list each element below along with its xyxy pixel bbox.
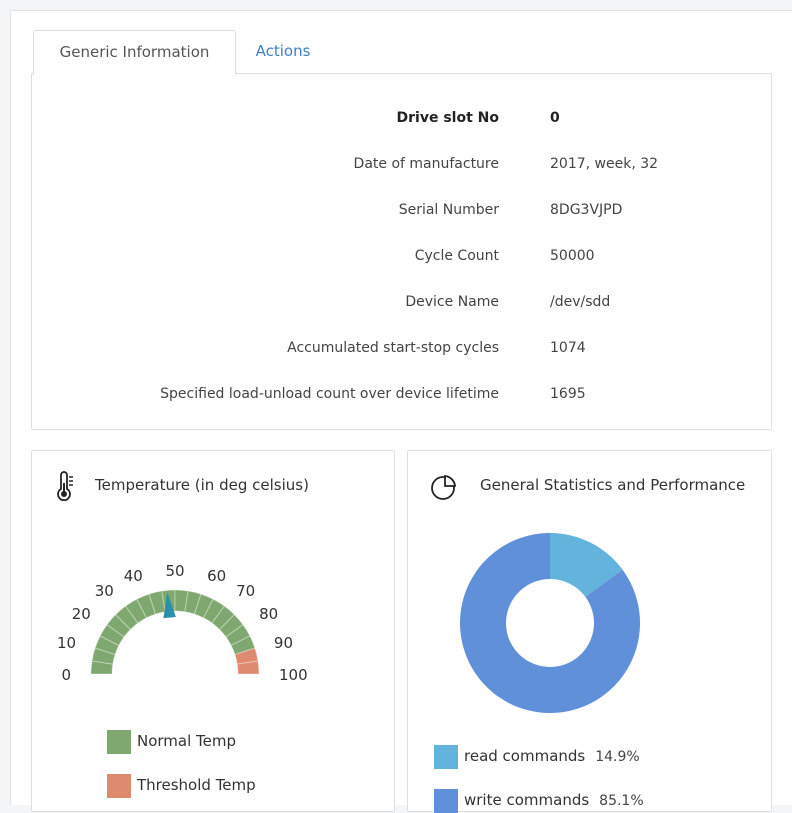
info-row-load-unload-count: Specified load-unload count over device … bbox=[32, 386, 771, 406]
thermometer-icon bbox=[54, 471, 76, 505]
legend-label: read commands 14.9% bbox=[464, 747, 640, 765]
info-row-date-of-manufacture: Date of manufacture 2017, week, 32 bbox=[32, 156, 771, 176]
gauge-tick-label: 60 bbox=[207, 567, 226, 585]
legend-swatch bbox=[434, 789, 458, 813]
info-value: 2017, week, 32 bbox=[550, 156, 659, 172]
gauge-tick-label: 30 bbox=[95, 582, 114, 600]
statistics-donut-chart bbox=[460, 533, 640, 713]
general-statistics-card: General Statistics and Performance read … bbox=[407, 450, 772, 813]
legend-name: read commands bbox=[464, 747, 586, 765]
info-label: Accumulated start-stop cycles bbox=[287, 340, 499, 356]
legend-swatch bbox=[107, 730, 131, 754]
temperature-card: Temperature (in deg celsius) 0 10 20 30 40 50… bbox=[31, 450, 395, 812]
legend-swatch bbox=[107, 774, 131, 798]
info-value: /dev/sdd bbox=[550, 294, 611, 310]
gauge-tick-label: 50 bbox=[165, 562, 184, 580]
gauge-tick-label: 20 bbox=[72, 605, 91, 623]
info-label: Drive slot No bbox=[396, 110, 499, 126]
gauge-tick-label: 10 bbox=[57, 634, 76, 652]
pie-chart-icon bbox=[430, 473, 458, 505]
gauge-tick-label: 70 bbox=[236, 582, 255, 600]
info-row-serial-number: Serial Number 8DG3VJPD bbox=[32, 202, 771, 222]
legend-swatch bbox=[434, 745, 458, 769]
info-value: 8DG3VJPD bbox=[550, 202, 623, 218]
legend-percent: 14.9% bbox=[595, 749, 640, 765]
tab-actions[interactable]: Actions bbox=[241, 30, 325, 73]
info-value: 0 bbox=[550, 110, 560, 126]
info-row-start-stop-cycles: Accumulated start-stop cycles 1074 bbox=[32, 340, 771, 360]
info-label: Specified load-unload count over device … bbox=[160, 386, 499, 402]
info-row-drive-slot: Drive slot No 0 bbox=[32, 110, 771, 130]
gauge-tick-label: 80 bbox=[259, 605, 278, 623]
temperature-gauge: 010203040 50 60708090100 bbox=[57, 562, 308, 684]
info-label: Cycle Count bbox=[414, 248, 499, 264]
gauge-tick-label: 40 bbox=[124, 567, 143, 585]
info-label: Serial Number bbox=[398, 202, 499, 218]
legend-label: Normal Temp bbox=[137, 732, 237, 750]
legend-percent: 85.1% bbox=[599, 793, 644, 809]
info-label: Date of manufacture bbox=[353, 156, 499, 172]
info-label: Device Name bbox=[405, 294, 499, 310]
legend-label: write commands 85.1% bbox=[464, 791, 644, 809]
info-row-cycle-count: Cycle Count 50000 bbox=[32, 248, 771, 268]
info-value: 1695 bbox=[550, 386, 586, 402]
gauge-tick-label: 100 bbox=[279, 666, 308, 684]
generic-information-panel: Drive slot No 0 Date of manufacture 2017… bbox=[31, 73, 772, 430]
statistics-card-title: General Statistics and Performance bbox=[480, 476, 746, 494]
gauge-tick-label: 90 bbox=[274, 634, 293, 652]
info-value: 1074 bbox=[550, 340, 586, 356]
info-row-device-name: Device Name /dev/sdd bbox=[32, 294, 771, 314]
legend-name: write commands bbox=[464, 791, 590, 809]
temperature-card-title: Temperature (in deg celsius) bbox=[95, 476, 309, 494]
legend-label: Threshold Temp bbox=[137, 776, 256, 794]
tab-generic-information[interactable]: Generic Information bbox=[33, 30, 236, 75]
info-value: 50000 bbox=[550, 248, 595, 264]
gauge-tick-label: 0 bbox=[61, 666, 71, 684]
